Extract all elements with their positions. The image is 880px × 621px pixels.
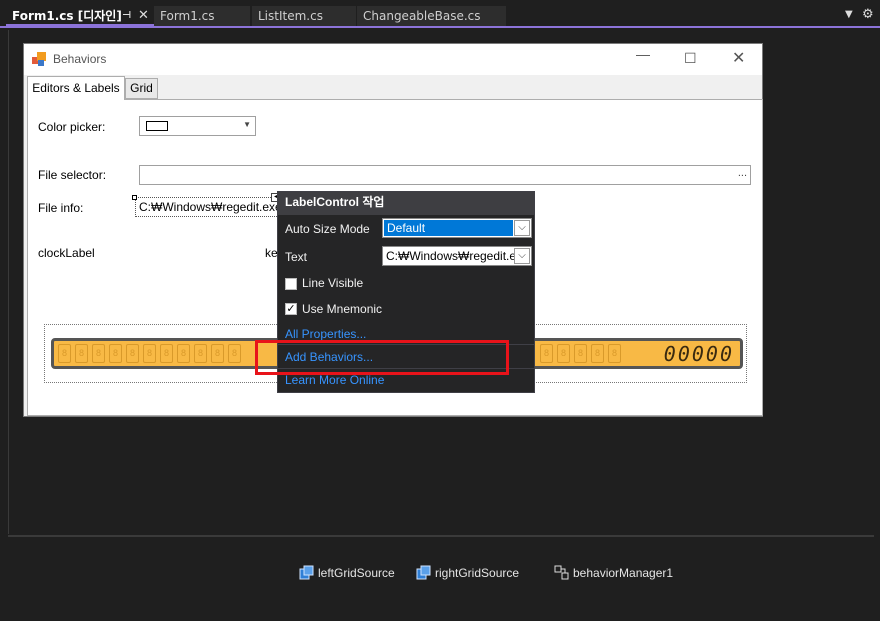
tab-editors-labels[interactable]: Editors & Labels — [27, 76, 125, 100]
binding-source-icon — [299, 565, 314, 580]
color-picker-label: Color picker: — [38, 120, 106, 134]
all-properties-link[interactable]: All Properties... — [285, 327, 366, 341]
tray-item-label: leftGridSource — [318, 566, 395, 580]
tray-item-right-grid-source[interactable]: rightGridSource — [416, 565, 519, 580]
text-value: C:₩Windows₩regedit.exe — [386, 249, 514, 263]
use-mnemonic-checkbox[interactable]: ✓ — [285, 303, 297, 315]
chevron-down-icon[interactable]: ⌵ — [514, 248, 530, 264]
key-label-partial: ke — [265, 246, 278, 260]
active-tab-accent-line — [0, 26, 880, 28]
smart-panel-title: LabelControl 작업 — [278, 192, 534, 215]
use-mnemonic-label: Use Mnemonic — [302, 302, 383, 316]
gear-icon[interactable]: ⚙ — [862, 7, 874, 22]
text-combo[interactable]: C:₩Windows₩regedit.exe ⌵ — [382, 246, 532, 266]
highlight-box — [255, 340, 509, 375]
lcd-cells: 88888888888 — [58, 344, 241, 364]
tab-label: Grid — [130, 81, 153, 95]
resize-handle[interactable] — [132, 195, 137, 200]
document-tab-strip: Form1.cs [디자인] ⊣ ✕ Form1.cs ListItem.cs … — [0, 0, 880, 28]
text-label: Text — [285, 250, 308, 264]
browse-button[interactable]: ... — [738, 167, 747, 179]
line-visible-label: Line Visible — [302, 276, 364, 290]
color-swatch — [146, 121, 168, 131]
clock-label: clockLabel — [38, 246, 95, 260]
tab-label: Form1.cs [디자인] — [12, 9, 122, 23]
file-selector-label: File selector: — [38, 168, 107, 182]
file-selector-input[interactable]: ... — [139, 165, 751, 185]
tab-grid[interactable]: Grid — [125, 78, 158, 99]
chevron-down-icon[interactable]: ▼ — [845, 9, 853, 20]
line-visible-checkbox[interactable] — [285, 278, 297, 290]
close-icon[interactable]: ✕ — [732, 48, 745, 68]
tab-changeable-base[interactable]: ChangeableBase.cs — [357, 6, 506, 26]
tab-label: Form1.cs — [160, 9, 215, 23]
component-icon — [554, 565, 569, 580]
binding-source-icon — [416, 565, 431, 580]
form-title: Behaviors — [53, 52, 107, 66]
component-tray: leftGridSource rightGridSource behaviorM… — [8, 537, 874, 621]
auto-size-label: Auto Size Mode — [285, 222, 370, 236]
tab-form1-code[interactable]: Form1.cs — [154, 6, 250, 26]
tab-label: ChangeableBase.cs — [363, 9, 481, 23]
color-picker-combo[interactable]: ▼ — [139, 116, 256, 136]
tray-item-behavior-manager[interactable]: behaviorManager1 — [554, 565, 673, 580]
maximize-icon[interactable]: ☐ — [684, 50, 697, 67]
tab-label: ListItem.cs — [258, 9, 323, 23]
file-info-value[interactable]: C:₩Windows₩regedit.exe — [135, 197, 283, 217]
chevron-down-icon[interactable]: ⌵ — [514, 220, 530, 236]
form-title-bar: Behaviors — ☐ ✕ — [24, 44, 762, 75]
lcd-digits: 00000 — [663, 342, 734, 366]
tray-item-label: rightGridSource — [435, 566, 520, 580]
tab-label: Editors & Labels — [32, 81, 120, 95]
tray-item-left-grid-source[interactable]: leftGridSource — [299, 565, 395, 580]
pin-icon[interactable]: ⊣ — [122, 6, 131, 26]
tab-form1-design[interactable]: Form1.cs [디자인] ⊣ ✕ — [6, 6, 154, 26]
app-icon — [32, 52, 48, 68]
close-icon[interactable]: ✕ — [138, 6, 149, 26]
chevron-down-icon[interactable]: ▼ — [243, 120, 251, 129]
auto-size-value: Default — [384, 220, 513, 236]
tab-listitem[interactable]: ListItem.cs — [252, 6, 356, 26]
auto-size-combo[interactable]: Default ⌵ — [382, 218, 532, 238]
learn-more-link[interactable]: Learn More Online — [285, 373, 384, 387]
tray-item-label: behaviorManager1 — [573, 566, 674, 580]
minimize-icon[interactable]: — — [636, 46, 650, 62]
file-info-label: File info: — [38, 201, 84, 215]
